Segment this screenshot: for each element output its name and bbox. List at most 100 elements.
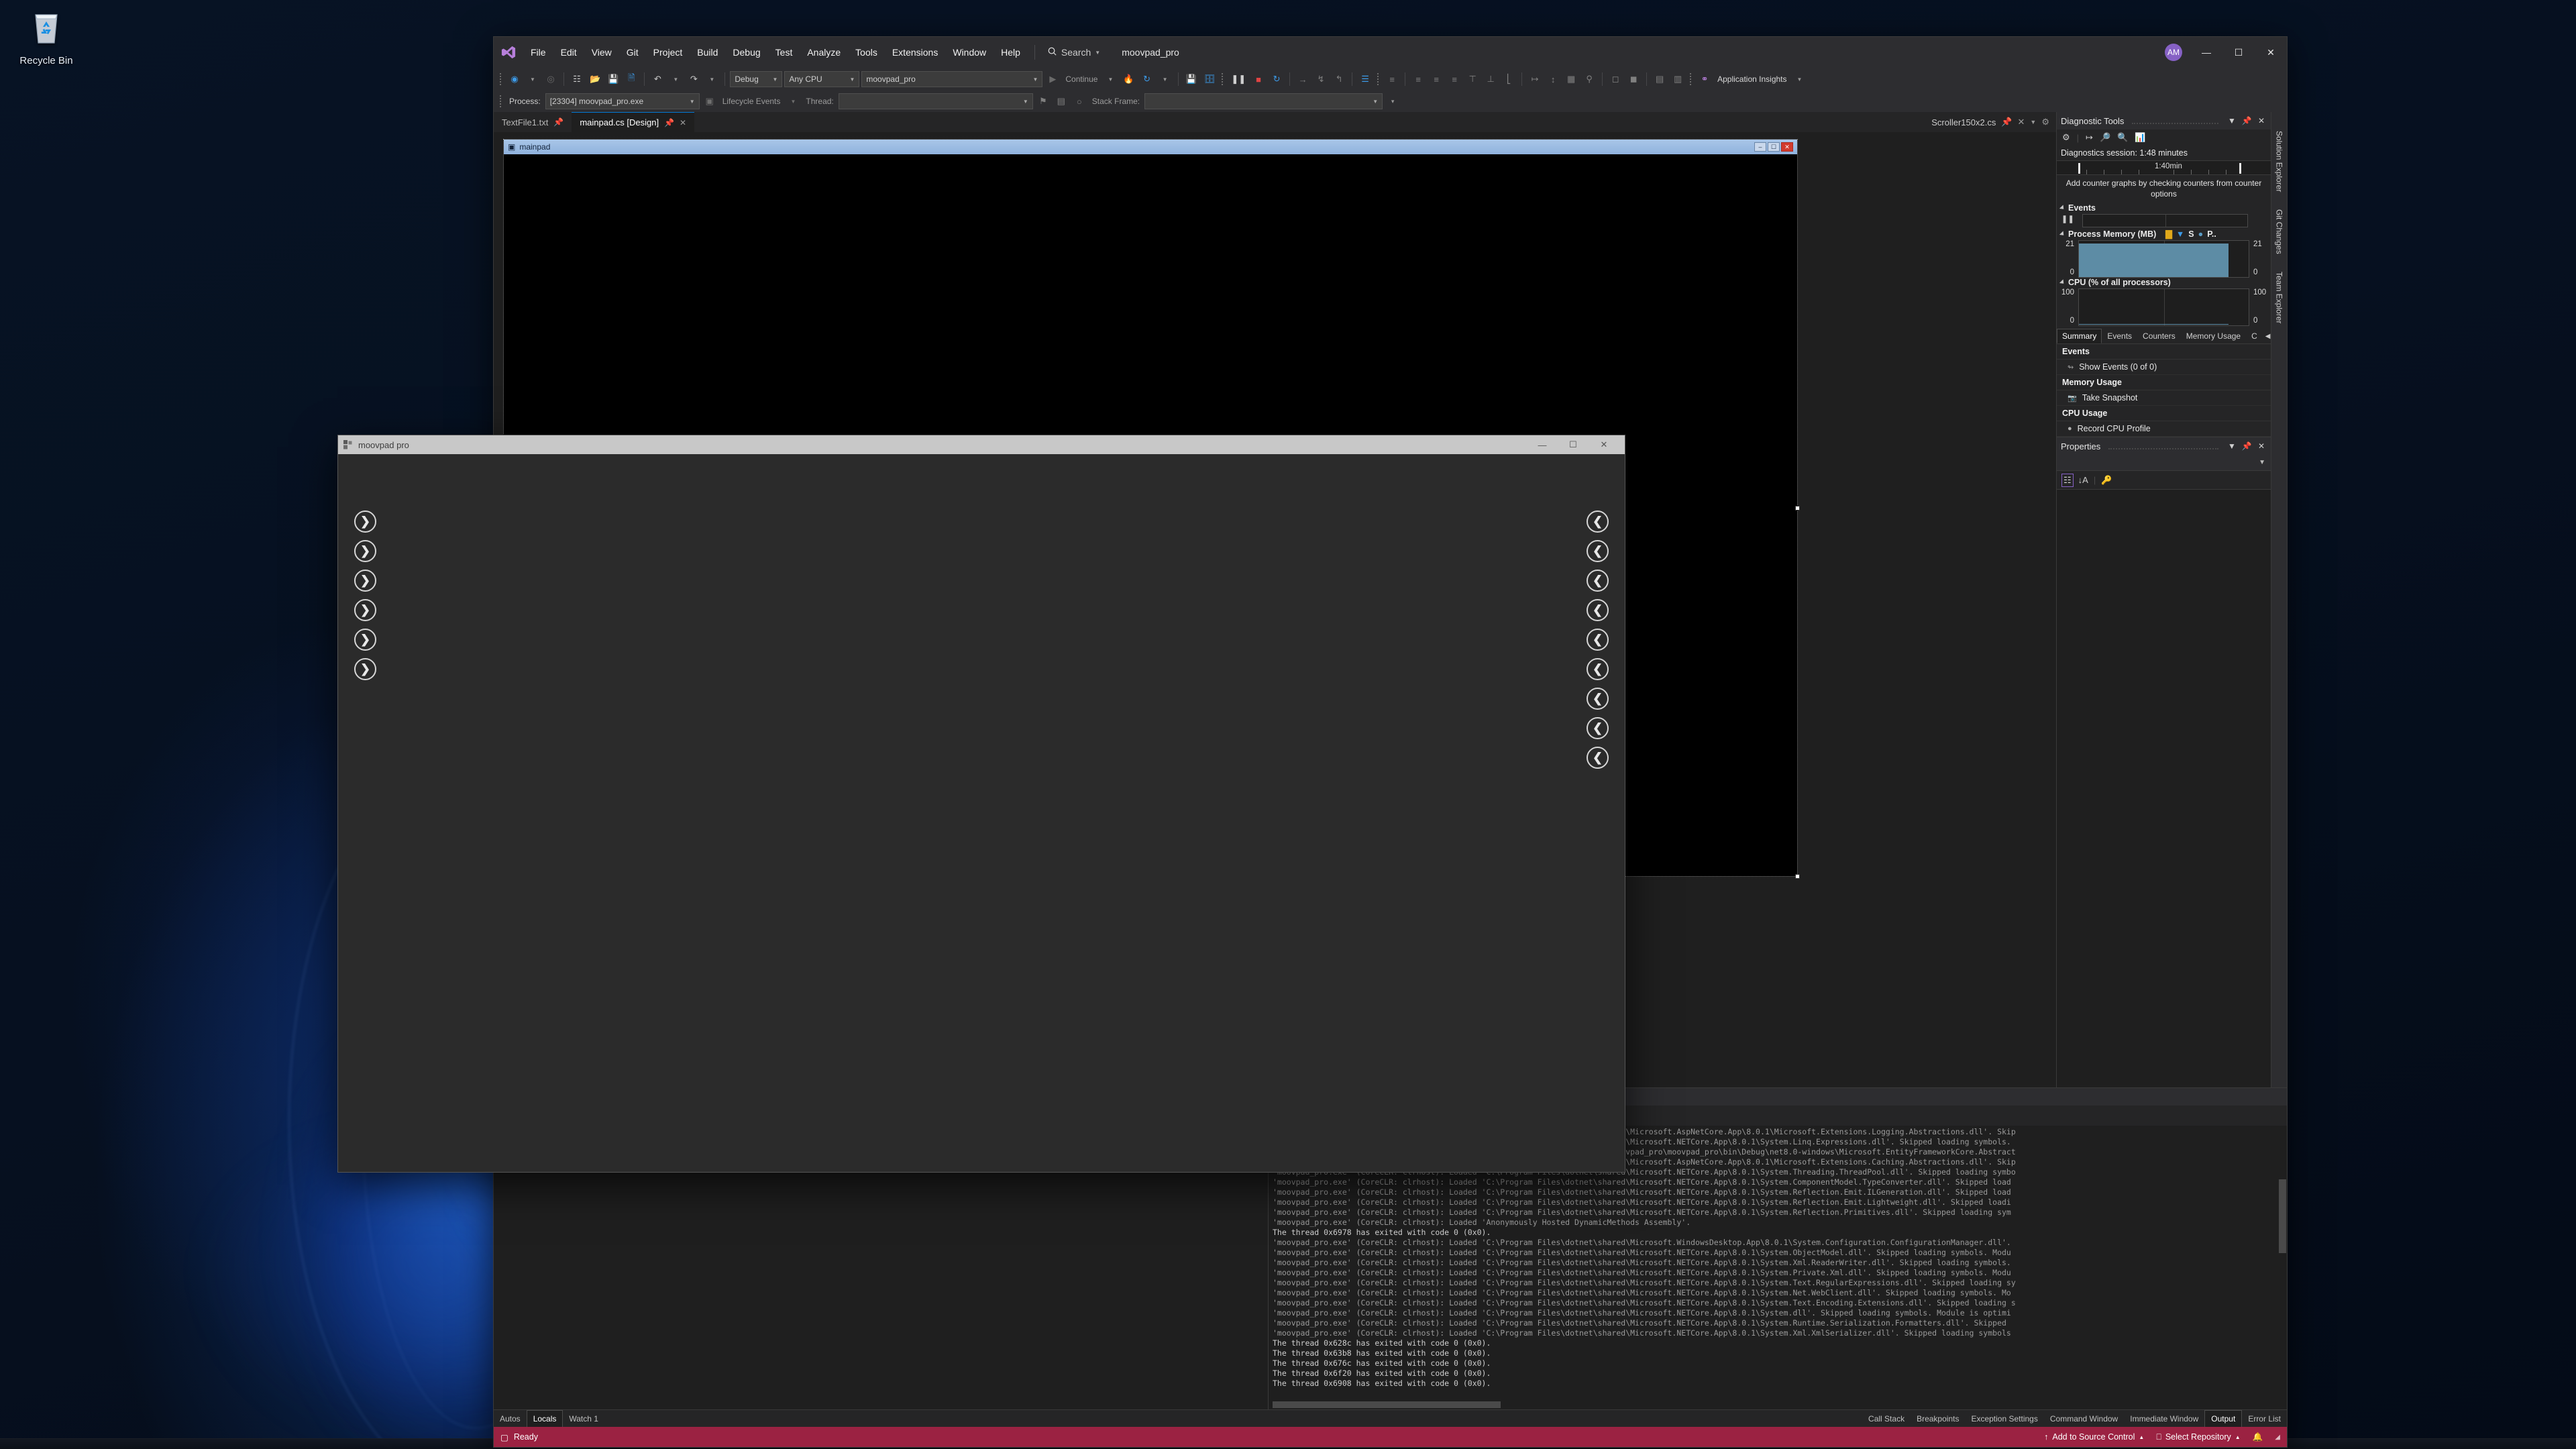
expander-icon[interactable] xyxy=(2059,279,2066,286)
tab-command-window[interactable]: Command Window xyxy=(2044,1410,2124,1427)
resize-handle[interactable] xyxy=(1795,874,1800,879)
diagnostic-tools-header[interactable]: Diagnostic Tools ▼ 📌 ✕ xyxy=(2057,112,2271,129)
chevron-down-icon[interactable]: ▼ xyxy=(2259,459,2265,466)
save-icon[interactable]: 💾 xyxy=(605,70,621,88)
restart-icon[interactable]: ↻ xyxy=(1139,70,1155,88)
resize-handle[interactable] xyxy=(1795,506,1800,511)
rail-git-changes[interactable]: Git Changes xyxy=(2275,209,2284,254)
toolbar-grip[interactable] xyxy=(1375,72,1382,87)
zoom-in-icon[interactable]: 🔎 xyxy=(2100,132,2110,143)
close-icon[interactable]: ✕ xyxy=(2018,117,2025,127)
search-box[interactable]: Search ▼ xyxy=(1042,44,1106,61)
navigate-backward-icon[interactable]: ◉ xyxy=(506,70,523,88)
counters-icon[interactable]: 📊 xyxy=(2135,132,2145,143)
menu-view[interactable]: View xyxy=(584,43,619,62)
redo-dropdown-icon[interactable]: ▼ xyxy=(704,70,720,88)
menu-build[interactable]: Build xyxy=(690,43,725,62)
menu-extensions[interactable]: Extensions xyxy=(885,43,945,62)
vs-window-controls[interactable]: AM — ☐ ✕ xyxy=(2165,37,2287,68)
tab-output[interactable]: Output xyxy=(2204,1410,2243,1427)
chevron-down-icon[interactable]: ▼ xyxy=(2226,441,2237,451)
tab-counters[interactable]: Counters xyxy=(2137,329,2181,343)
minimize-button[interactable]: — xyxy=(2190,37,2222,68)
app-title-bar[interactable]: moovpad pro — ☐ ✕ xyxy=(338,435,1625,454)
select-repository-button[interactable]: ⎕ Select Repository ▲ xyxy=(2156,1432,2240,1442)
chevron-left-circle-icon[interactable]: ❮ xyxy=(1587,688,1609,710)
menu-tools[interactable]: Tools xyxy=(848,43,885,62)
tab-scroller150x2[interactable]: Scroller150x2.cs xyxy=(1931,117,1996,127)
chevron-right-circle-icon[interactable]: ❯ xyxy=(354,658,376,680)
app-window-controls[interactable]: — ☐ ✕ xyxy=(1527,435,1619,454)
properties-grid[interactable] xyxy=(2057,490,2271,1087)
solution-configuration-combo[interactable]: Debug ▼ xyxy=(730,71,783,87)
memory-graph[interactable] xyxy=(2078,240,2249,278)
chevron-down-icon[interactable]: ▼ xyxy=(2226,116,2237,125)
undo-dropdown-icon[interactable]: ▼ xyxy=(667,70,684,88)
left-chevron-button-column[interactable]: ❯ ❯ ❯ ❯ ❯ ❯ xyxy=(354,511,376,680)
thread-combo[interactable]: ▼ xyxy=(838,93,1033,109)
vs-standard-toolbar[interactable]: ◉ ▼ ◎ ☷ 📂 💾 🗎 ↶ ▼ ↷ ▼ Debug ▼ Any CPU ▼ … xyxy=(494,68,2287,91)
expander-icon[interactable] xyxy=(2059,231,2066,237)
tab-autos[interactable]: Autos xyxy=(494,1410,527,1427)
properties-key-icon[interactable]: 🔑 xyxy=(2101,475,2112,486)
show-threads-icon[interactable]: ☰ xyxy=(1357,70,1373,88)
pin-icon[interactable]: 📌 xyxy=(2001,117,2012,127)
properties-object-combo[interactable]: ▼ xyxy=(2057,455,2271,472)
menu-test[interactable]: Test xyxy=(768,43,800,62)
redo-icon[interactable]: ↷ xyxy=(686,70,702,88)
chevron-right-circle-icon[interactable]: ❯ xyxy=(354,540,376,562)
tab-mainpad-design[interactable]: mainpad.cs [Design] 📌 ✕ xyxy=(572,112,695,132)
tab-summary[interactable]: Summary xyxy=(2057,329,2102,344)
pin-icon[interactable]: 📌 xyxy=(664,118,674,127)
bottom-tab-strip[interactable]: Autos Locals Watch 1 Call Stack Breakpoi… xyxy=(494,1409,2287,1427)
vs-menu-bar[interactable]: File Edit View Git Project Build Debug T… xyxy=(523,43,1028,62)
chevron-left-circle-icon[interactable]: ❮ xyxy=(1587,570,1609,592)
diagnostics-memory-group[interactable]: Process Memory (MB) ▇ ▼ S ● P.. xyxy=(2057,227,2271,240)
continue-dropdown-icon[interactable]: ▼ xyxy=(1102,70,1118,88)
lifecycle-dropdown-icon[interactable]: ▼ xyxy=(785,93,801,110)
zoom-out-icon[interactable]: 🔍 xyxy=(2117,132,2128,143)
restart-debugging-icon[interactable]: ↻ xyxy=(1269,70,1285,88)
toolbar-grip[interactable] xyxy=(1220,72,1226,87)
properties-toolbar[interactable]: ☷ ↓A | 🔑 xyxy=(2057,471,2271,490)
menu-project[interactable]: Project xyxy=(646,43,690,62)
right-tool-rail[interactable]: Solution Explorer Git Changes Team Explo… xyxy=(2271,112,2287,1087)
nav-prev-icon[interactable]: ◀ xyxy=(2265,333,2271,340)
new-project-icon[interactable]: ☷ xyxy=(569,70,585,88)
chevron-left-circle-icon[interactable]: ❮ xyxy=(1587,747,1609,769)
pin-icon[interactable]: 📌 xyxy=(2241,441,2252,451)
right-chevron-button-column[interactable]: ❮ ❮ ❮ ❮ ❮ ❮ ❮ ❮ ❮ xyxy=(1587,511,1609,769)
toolbar-overflow-icon[interactable]: ▾ xyxy=(1385,93,1401,110)
chevron-left-circle-icon[interactable]: ❮ xyxy=(1587,658,1609,680)
tab-immediate-window[interactable]: Immediate Window xyxy=(2124,1410,2204,1427)
solution-platform-combo[interactable]: Any CPU ▼ xyxy=(784,71,860,87)
summary-take-snapshot-row[interactable]: 📷 Take Snapshot xyxy=(2057,390,2271,407)
chevron-left-circle-icon[interactable]: ❮ xyxy=(1587,511,1609,533)
attach-process-icon[interactable]: 💾 xyxy=(1183,70,1199,88)
undo-icon[interactable]: ↶ xyxy=(649,70,665,88)
save-layout-icon[interactable]: 🗄 xyxy=(1201,70,1218,88)
chevron-left-circle-icon[interactable]: ❮ xyxy=(1587,717,1609,739)
diagnostics-cpu-group[interactable]: CPU (% of all processors) xyxy=(2057,276,2271,288)
stop-debugging-icon[interactable]: ■ xyxy=(1250,70,1267,88)
menu-file[interactable]: File xyxy=(523,43,553,62)
tab-events[interactable]: Events xyxy=(2102,329,2137,343)
close-button[interactable]: ✕ xyxy=(1589,435,1619,454)
output-horizontal-scrollbar[interactable] xyxy=(1269,1400,2277,1409)
properties-header[interactable]: Properties ▼ 📌 ✕ xyxy=(2057,437,2271,455)
account-avatar[interactable]: AM xyxy=(2165,44,2182,61)
tab-exception-settings[interactable]: Exception Settings xyxy=(1965,1410,2043,1427)
menu-help[interactable]: Help xyxy=(994,43,1028,62)
close-icon[interactable]: ✕ xyxy=(680,118,686,127)
status-bar-right[interactable]: ↑ Add to Source Control ▲ ⎕ Select Repos… xyxy=(2044,1432,2280,1442)
summary-show-events-row[interactable]: ↬ Show Events (0 of 0) xyxy=(2057,360,2271,376)
close-icon[interactable]: ✕ xyxy=(2256,116,2267,125)
chevron-left-circle-icon[interactable]: ❮ xyxy=(1587,540,1609,562)
tab-error-list[interactable]: Error List xyxy=(2242,1410,2287,1427)
toolbar-grip[interactable] xyxy=(498,94,504,109)
vs-debug-location-toolbar[interactable]: Process: [23304] moovpad_pro.exe ▼ ▣ Lif… xyxy=(494,91,2287,112)
output-vertical-scrollbar[interactable] xyxy=(2277,1126,2287,1400)
startup-project-combo[interactable]: moovpad_pro ▼ xyxy=(861,71,1043,87)
editor-tab-strip[interactable]: TextFile1.txt 📌 mainpad.cs [Design] 📌 ✕ … xyxy=(494,112,2056,132)
chevron-right-circle-icon[interactable]: ❯ xyxy=(354,570,376,592)
